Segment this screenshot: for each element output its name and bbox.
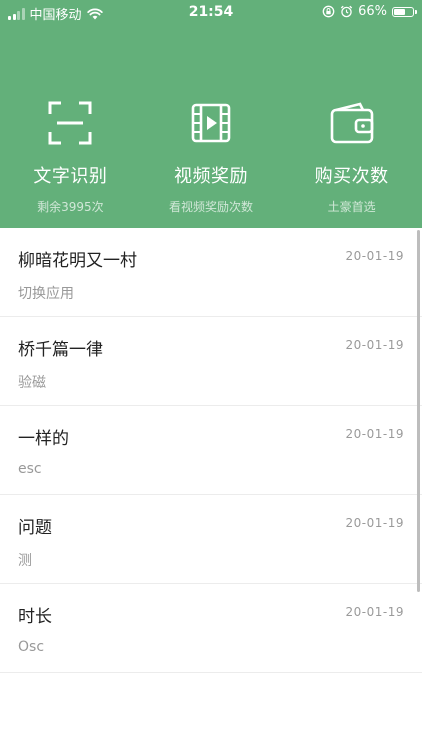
item-subtitle: esc: [18, 461, 42, 477]
list-item[interactable]: 桥千篇一律 验磁 20-01-19: [0, 317, 422, 406]
feature-subtitle: 剩余3995次: [37, 200, 104, 214]
alarm-icon: [340, 5, 353, 18]
list-item[interactable]: 时长 Osc 20-01-19: [0, 584, 422, 673]
feature-title: 购买次数: [314, 166, 389, 187]
item-title: 柳暗花明又一村: [18, 251, 137, 271]
feature-text-recognition[interactable]: 文字识别 剩余3995次: [0, 100, 141, 220]
feature-buy-count[interactable]: 购买次数 土豪首选: [281, 100, 422, 220]
video-icon: [188, 100, 234, 146]
item-subtitle: 验磁: [18, 375, 46, 391]
item-date: 20-01-19: [345, 516, 404, 530]
item-date: 20-01-19: [345, 249, 404, 263]
list-item[interactable]: 一样的 esc 20-01-19: [0, 406, 422, 495]
wallet-icon: [329, 100, 375, 146]
record-list: 柳暗花明又一村 切换应用 20-01-19 桥千篇一律 验磁 20-01-19 …: [0, 228, 422, 673]
item-subtitle: 切换应用: [18, 286, 74, 302]
feature-title: 视频奖励: [174, 166, 248, 187]
item-date: 20-01-19: [345, 427, 404, 441]
rotation-lock-icon: [322, 5, 335, 18]
item-subtitle: 测: [18, 553, 32, 569]
battery-icon: [392, 6, 417, 17]
item-title: 时长: [18, 607, 52, 627]
list-item[interactable]: 柳暗花明又一村 切换应用 20-01-19: [0, 228, 422, 317]
feature-subtitle: 看视频奖励次数: [169, 200, 254, 214]
item-title: 问题: [18, 518, 52, 538]
list-item[interactable]: 问题 测 20-01-19: [0, 495, 422, 584]
feature-bar: 文字识别 剩余3995次 视频奖励 看视频奖励次数 购买次数 土豪首选: [0, 100, 422, 220]
scrollbar[interactable]: [417, 230, 420, 592]
feature-video-reward[interactable]: 视频奖励 看视频奖励次数: [141, 100, 282, 220]
battery-percent: 66%: [358, 4, 387, 19]
feature-subtitle: 土豪首选: [327, 200, 376, 214]
feature-title: 文字识别: [33, 166, 108, 187]
status-bar: 中国移动 21:54 66%: [0, 0, 422, 24]
status-right: 66%: [322, 4, 417, 19]
header: 中国移动 21:54 66% 文字识别 剩余3995次 视频奖励 看视频奖励次数…: [0, 0, 422, 228]
item-title: 一样的: [18, 429, 69, 449]
item-subtitle: Osc: [18, 639, 45, 655]
battery-fill: [394, 8, 406, 15]
item-title: 桥千篇一律: [18, 340, 103, 360]
scan-icon: [47, 100, 93, 146]
item-date: 20-01-19: [345, 605, 404, 619]
item-date: 20-01-19: [345, 338, 404, 352]
